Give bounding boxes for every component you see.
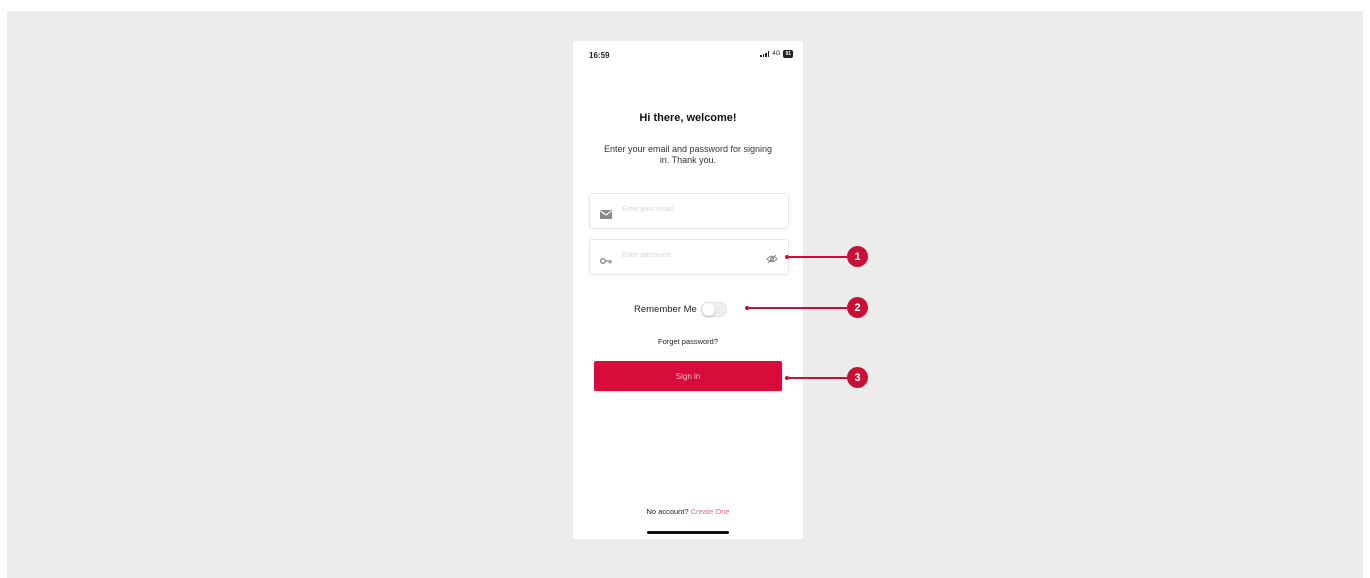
network-label: 4G (772, 51, 781, 57)
callout-line (789, 255, 847, 258)
callout-badge: 3 (847, 367, 868, 388)
remember-me-label: Remember Me (634, 304, 697, 315)
battery-icon: 91 (783, 50, 793, 58)
sign-in-button[interactable]: Sign in (594, 361, 782, 391)
create-account-link[interactable]: Create One (691, 507, 730, 516)
signal-icon (760, 51, 770, 57)
toggle-knob (701, 303, 715, 316)
no-account-text: No account? (646, 507, 689, 516)
home-indicator (647, 531, 729, 534)
remember-me-toggle[interactable] (700, 302, 727, 317)
callout-badge: 1 (847, 246, 868, 267)
remember-me-row: Remember Me (634, 302, 727, 317)
phone-screen: 16:59 4G 91 Hi there, welcome! Enter you… (573, 41, 803, 539)
mail-icon (600, 206, 612, 224)
email-placeholder: Enter your email (622, 206, 673, 213)
forget-password-link[interactable]: Forget password? (573, 337, 803, 346)
callout-1: 1 (785, 246, 868, 267)
callout-line (749, 306, 847, 309)
page-title: Hi there, welcome! (639, 112, 737, 124)
password-field[interactable]: Enter password (589, 239, 789, 275)
email-field[interactable]: Enter your email (589, 193, 789, 229)
eye-off-icon[interactable] (766, 251, 778, 269)
password-placeholder: Enter password (622, 252, 671, 259)
callout-badge: 2 (847, 297, 868, 318)
status-indicators: 4G 91 (760, 50, 793, 58)
no-account-row: No account? Create One (573, 507, 803, 516)
status-time: 16:59 (589, 51, 610, 60)
page-subtitle: Enter your email and password for signin… (603, 144, 773, 165)
callout-3: 3 (785, 367, 868, 388)
callout-2: 2 (745, 297, 868, 318)
callout-line (789, 376, 847, 379)
key-icon (600, 252, 612, 270)
